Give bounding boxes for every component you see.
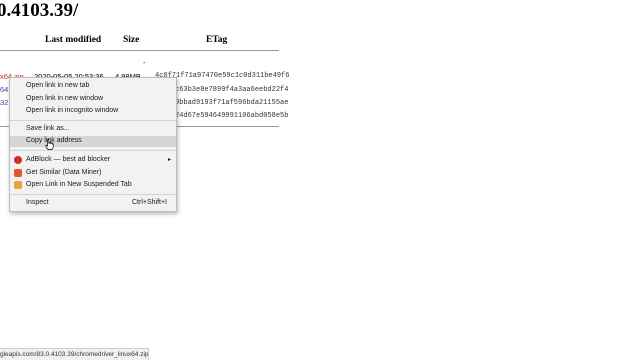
menu-item-label: Inspect — [26, 199, 49, 206]
page-heading: 0.4103.39/ — [0, 0, 79, 21]
menu-item-shortcut: Ctrl+Shift+I — [131, 199, 167, 206]
menu-separator — [10, 150, 176, 151]
menu-item-label: Open link in new window — [26, 94, 104, 102]
data-miner-icon — [14, 168, 22, 177]
adblock-icon — [14, 156, 22, 164]
column-header-etag: ETag — [206, 35, 228, 45]
file-link[interactable]: 64 — [0, 85, 8, 94]
file-etag: 0bbad9193f71af596bda21155ae — [175, 99, 289, 107]
status-bar-url: gleapis.com/83.0.4103.39/chromedriver_li… — [0, 348, 149, 360]
menu-item-label: AdBlock — best ad blocker — [26, 156, 111, 163]
menu-item-adblock[interactable]: AdBlock — best ad blocker ▸ — [10, 155, 176, 166]
header-rule — [0, 50, 279, 51]
file-etag: c63b3e8e7899f4a3aa6eebd22f4 — [175, 86, 289, 94]
hand-cursor-icon — [45, 139, 54, 150]
menu-item-copy-link-address[interactable]: Copy link address — [10, 136, 176, 147]
menu-item-label: Open link in new tab — [26, 82, 90, 89]
parent-row-size: - — [143, 58, 146, 67]
suspender-icon — [14, 181, 22, 189]
menu-separator — [10, 194, 176, 195]
menu-item-open-new-tab[interactable]: Open link in new tab — [10, 81, 176, 92]
menu-item-open-suspended-tab[interactable]: Open Link in New Suspended Tab — [10, 180, 176, 191]
menu-item-label: Get Similar (Data Miner) — [26, 168, 102, 176]
menu-item-inspect[interactable]: Inspect Ctrl+Shift+I — [10, 198, 176, 209]
menu-item-save-link[interactable]: Save link as... — [10, 124, 176, 135]
submenu-arrow-icon: ▸ — [167, 157, 171, 163]
menu-item-open-new-window[interactable]: Open link in new window — [10, 94, 176, 105]
menu-item-open-incognito[interactable]: Open link in incognito window — [10, 106, 176, 117]
menu-item-label: Open Link in New Suspended Tab — [26, 181, 132, 188]
column-header-size: Size — [123, 35, 140, 45]
menu-item-get-similar[interactable]: Get Similar (Data Miner) — [10, 168, 176, 179]
menu-item-label: Save link as... — [26, 125, 70, 132]
file-etag: 24d67e594649991106abd058e5b — [175, 112, 289, 120]
menu-item-label: Open link in incognito window — [26, 107, 119, 114]
column-header-last-modified: Last modified — [45, 35, 102, 45]
menu-separator — [10, 120, 176, 121]
file-link[interactable]: 32 — [0, 98, 8, 107]
context-menu: Open link in new tab Open link in new wi… — [9, 77, 177, 212]
